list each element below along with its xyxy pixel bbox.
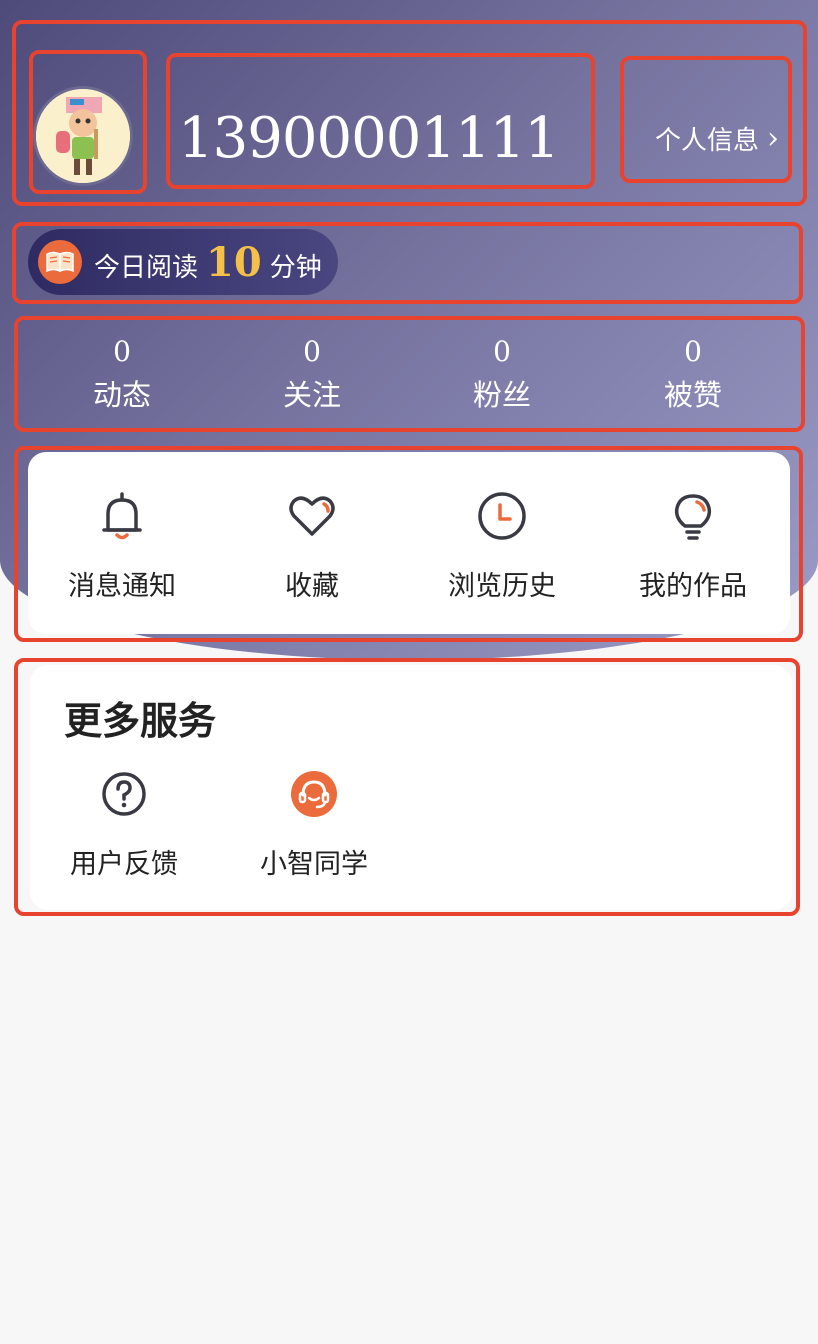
action-favorites[interactable]: 收藏	[217, 488, 407, 603]
question-icon	[102, 772, 146, 816]
stat-likes[interactable]: 0 被赞	[598, 332, 788, 418]
lightbulb-icon	[674, 494, 712, 540]
reading-suffix: 分钟	[269, 252, 322, 283]
stat-value: 0	[684, 335, 702, 368]
phone-highlight	[166, 53, 595, 189]
stat-value: 0	[113, 335, 131, 368]
avatar-highlight	[29, 50, 147, 194]
stat-followers[interactable]: 0 粉丝	[407, 332, 597, 418]
action-label: 浏览历史	[448, 571, 556, 602]
reading-minutes: 10	[206, 238, 262, 286]
more-services-title: 更多服务	[64, 698, 217, 743]
action-label: 消息通知	[68, 571, 176, 602]
stat-following[interactable]: 0 关注	[217, 332, 407, 418]
action-my-works[interactable]: 我的作品	[598, 488, 788, 603]
book-icon	[38, 240, 82, 284]
stat-label: 粉丝	[472, 378, 531, 412]
service-feedback[interactable]: 用户反馈	[49, 770, 199, 881]
reading-time-pill[interactable]: 今日阅读 10 分钟	[28, 229, 338, 295]
action-label: 我的作品	[639, 571, 747, 602]
service-assistant[interactable]: 小智同学	[239, 770, 389, 881]
action-history[interactable]: 浏览历史	[407, 488, 597, 603]
stat-posts[interactable]: 0 动态	[27, 332, 217, 418]
heart-icon	[289, 496, 335, 536]
clock-icon	[478, 492, 526, 540]
stat-label: 关注	[282, 378, 341, 412]
service-label: 小智同学	[260, 849, 368, 880]
action-notifications[interactable]: 消息通知	[27, 488, 217, 603]
bell-icon	[102, 492, 142, 540]
reading-text: 今日阅读 10 分钟	[94, 239, 322, 286]
reading-prefix: 今日阅读	[94, 252, 199, 283]
personal-info-highlight	[620, 56, 792, 183]
action-label: 收藏	[285, 571, 339, 602]
service-label: 用户反馈	[70, 849, 178, 880]
stat-value: 0	[493, 335, 511, 368]
headset-icon	[291, 771, 337, 817]
stat-value: 0	[303, 335, 321, 368]
stat-label: 被赞	[663, 378, 722, 412]
stat-label: 动态	[92, 378, 151, 412]
